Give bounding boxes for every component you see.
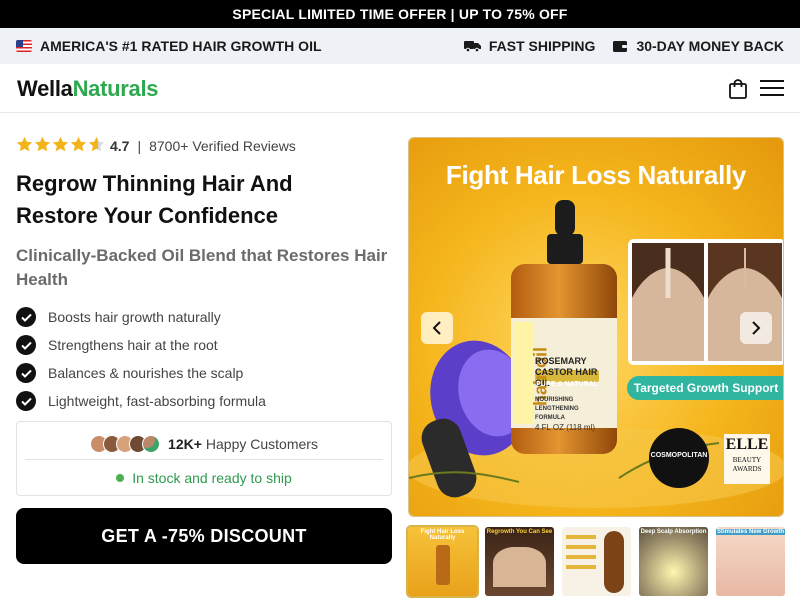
thumbnail-strip: Fight Hair Loss Naturally Regrowth You C… [406,525,785,598]
star-icon [70,136,87,152]
truck-icon [463,41,481,52]
wallet-icon [613,41,628,52]
elle-subtitle: BEAUTY AWARDS [732,456,762,473]
rated-text: AMERICA'S #1 RATED HAIR GROWTH OIL [40,38,322,54]
star-rating [16,136,106,153]
checkmark-icon [16,335,36,355]
verified-avatar [142,435,161,453]
us-flag-icon [16,40,32,52]
list-item: Lightweight, fast-absorbing formula [16,387,266,415]
next-image-button[interactable] [740,312,772,344]
star-icon [52,136,69,152]
bottle-volume: 4 FL OZ (118 ml) [535,423,596,432]
product-title: Regrow Thinning Hair And Restore Your Co… [16,171,293,228]
star-icon [34,136,51,152]
hero-title: Fight Hair Loss Naturally [445,160,747,190]
chevron-right-icon [752,321,761,335]
trust-box: 12K+ Happy Customers In stock and ready … [16,421,392,496]
rating-summary: 4.7 | 8700+ Verified Reviews [110,138,296,154]
stock-status: In stock and ready to ship [132,470,292,486]
thumbnail[interactable]: Deep Scalp Absorption [639,527,708,596]
thumbnail[interactable]: Fight Hair Loss Naturally [406,525,479,598]
chevron-left-icon [432,321,441,335]
promo-text: SPECIAL LIMITED TIME OFFER | UP TO 75% O… [232,6,568,22]
thumbnail[interactable]: Regrowth You Can See [485,527,554,596]
product-hero-image: Fight Hair Loss Naturally hair oil ROSEM… [408,137,784,517]
customer-avatars [90,435,161,453]
list-item: Balances & nourishes the scalp [16,359,266,387]
rating-separator: | [137,138,142,154]
checkmark-icon [16,391,36,411]
thumbnail[interactable] [562,527,631,596]
divider [25,459,383,460]
discount-cta-button[interactable]: GET A -75% DISCOUNT [16,508,392,564]
customer-label: Happy Customers [205,436,318,452]
rating-value: 4.7 [110,138,130,154]
half-star-icon [88,136,105,152]
promo-bar: SPECIAL LIMITED TIME OFFER | UP TO 75% O… [0,0,800,28]
hamburger-menu-icon[interactable] [760,80,784,96]
site-header: WellaNaturals [0,64,800,113]
previous-image-button[interactable] [421,312,453,344]
info-bar: AMERICA'S #1 RATED HAIR GROWTH OIL FAST … [0,28,800,64]
cosmopolitan-badge: COSMOPOLITAN [650,452,708,459]
list-item: Strengthens hair at the root [16,331,266,359]
star-icon [16,136,33,152]
customer-count: 12K+ [168,436,202,452]
guarantee-text: 30-DAY MONEY BACK [636,38,784,54]
shopping-bag-icon[interactable] [729,79,747,99]
elle-badge: ELLE [725,436,769,453]
checkmark-icon [16,307,36,327]
growth-support-badge: Targeted Growth Support [627,376,783,400]
bottle-description: NOURISHING LENGTHENING FORMULA [535,397,579,421]
brand-logo[interactable]: WellaNaturals [17,76,159,102]
list-item: Boosts hair growth naturally [16,303,266,331]
stock-dot-icon [116,474,125,482]
product-subtitle: Clinically-Backed Oil Blend that Restore… [16,246,388,289]
shipping-text: FAST SHIPPING [488,38,596,54]
bottle-badge: PURE & NATURAL [536,381,598,388]
benefit-list: Boosts hair growth naturally Strengthens… [16,303,266,415]
thumbnail[interactable]: Stimulates New Growth [716,527,785,596]
checkmark-icon [16,363,36,383]
review-count[interactable]: 8700+ Verified Reviews [149,138,296,154]
